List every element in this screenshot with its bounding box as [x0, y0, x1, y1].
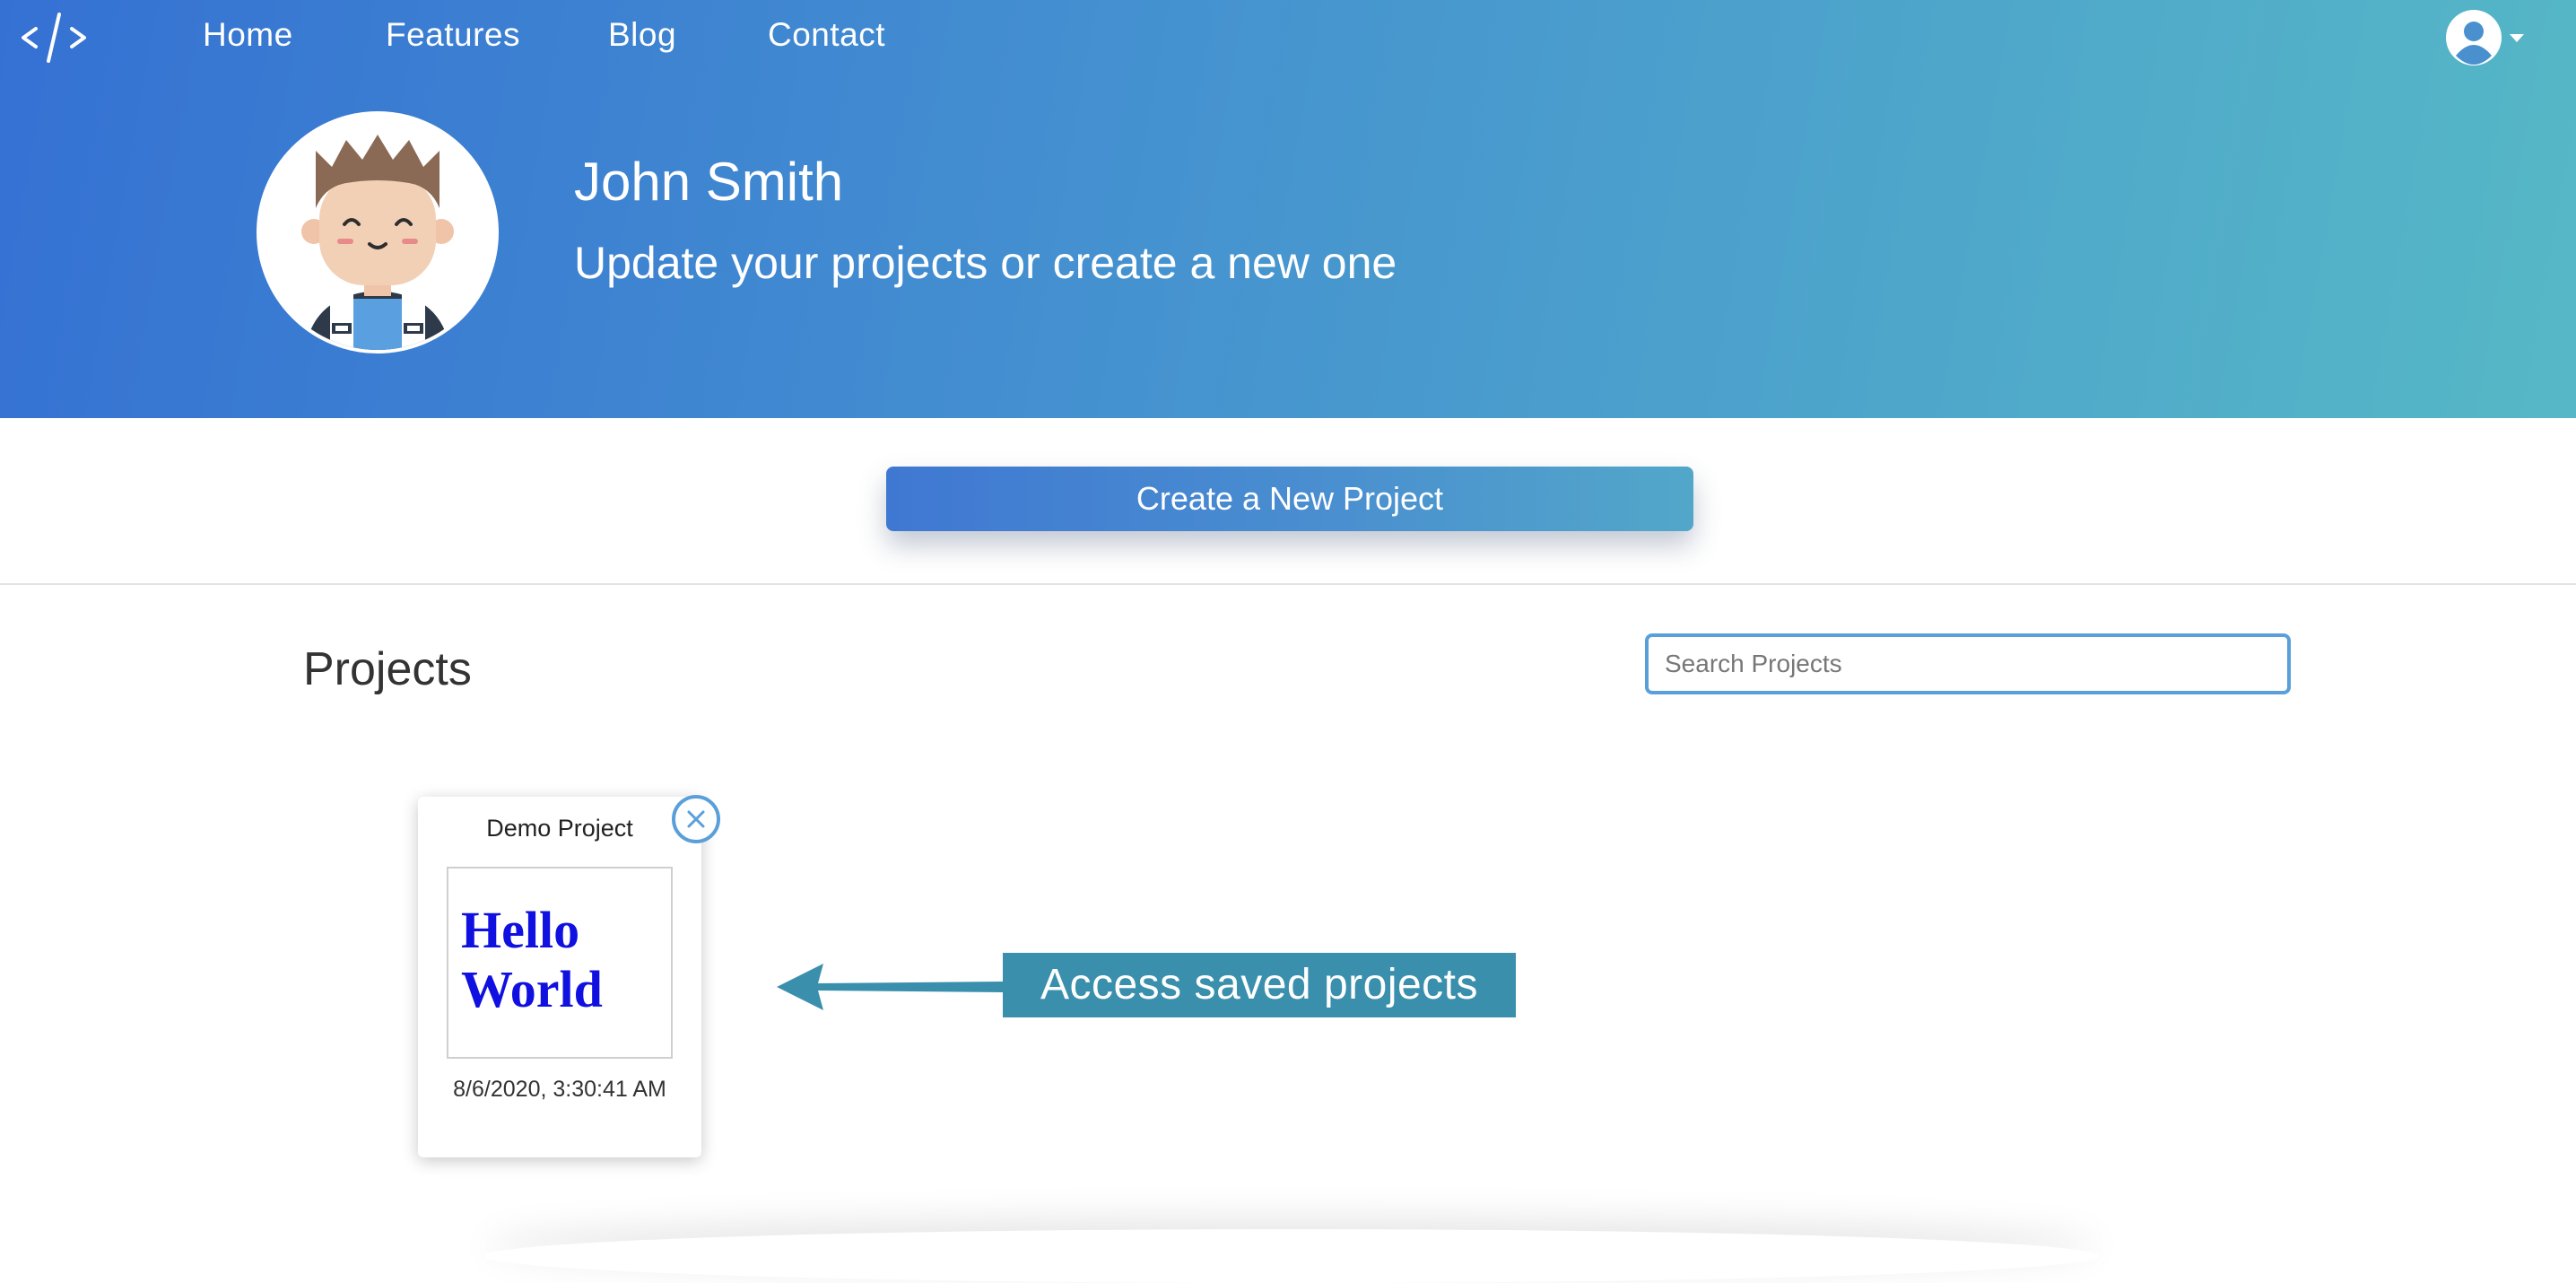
- user-menu[interactable]: [2443, 7, 2528, 70]
- search-projects-input[interactable]: [1645, 633, 2291, 694]
- project-date: 8/6/2020, 3:30:41 AM: [453, 1077, 666, 1102]
- nav-link-home[interactable]: Home: [203, 16, 293, 54]
- nav-link-blog[interactable]: Blog: [608, 16, 676, 54]
- create-project-button[interactable]: Create a New Project: [886, 467, 1693, 531]
- profile-subtitle: Update your projects or create a new one: [574, 238, 1397, 288]
- project-title: Demo Project: [486, 815, 633, 842]
- projects-heading: Projects: [303, 643, 472, 695]
- preview-text: Hello World: [461, 901, 603, 1018]
- hero-header: Home Features Blog Contact John Smith Up…: [0, 0, 2576, 418]
- annotation-callout: Access saved projects: [1003, 953, 1516, 1017]
- project-card[interactable]: Demo Project Hello World 8/6/2020, 3:30:…: [418, 797, 701, 1157]
- caret-down-icon: [2510, 34, 2524, 42]
- code-icon[interactable]: [20, 7, 88, 68]
- close-icon: [687, 810, 705, 828]
- avatar: [257, 111, 499, 353]
- delete-project-button[interactable]: [672, 795, 720, 843]
- section-divider: [0, 583, 2576, 585]
- profile-name: John Smith: [574, 152, 844, 212]
- user-circle-icon: [2446, 10, 2524, 65]
- nav-link-contact[interactable]: Contact: [768, 16, 885, 54]
- bottom-panel-shadow: [484, 1229, 2099, 1283]
- nav-link-features[interactable]: Features: [386, 16, 520, 54]
- arrow-left-icon: [777, 964, 1003, 1010]
- project-preview[interactable]: Hello World: [447, 867, 673, 1059]
